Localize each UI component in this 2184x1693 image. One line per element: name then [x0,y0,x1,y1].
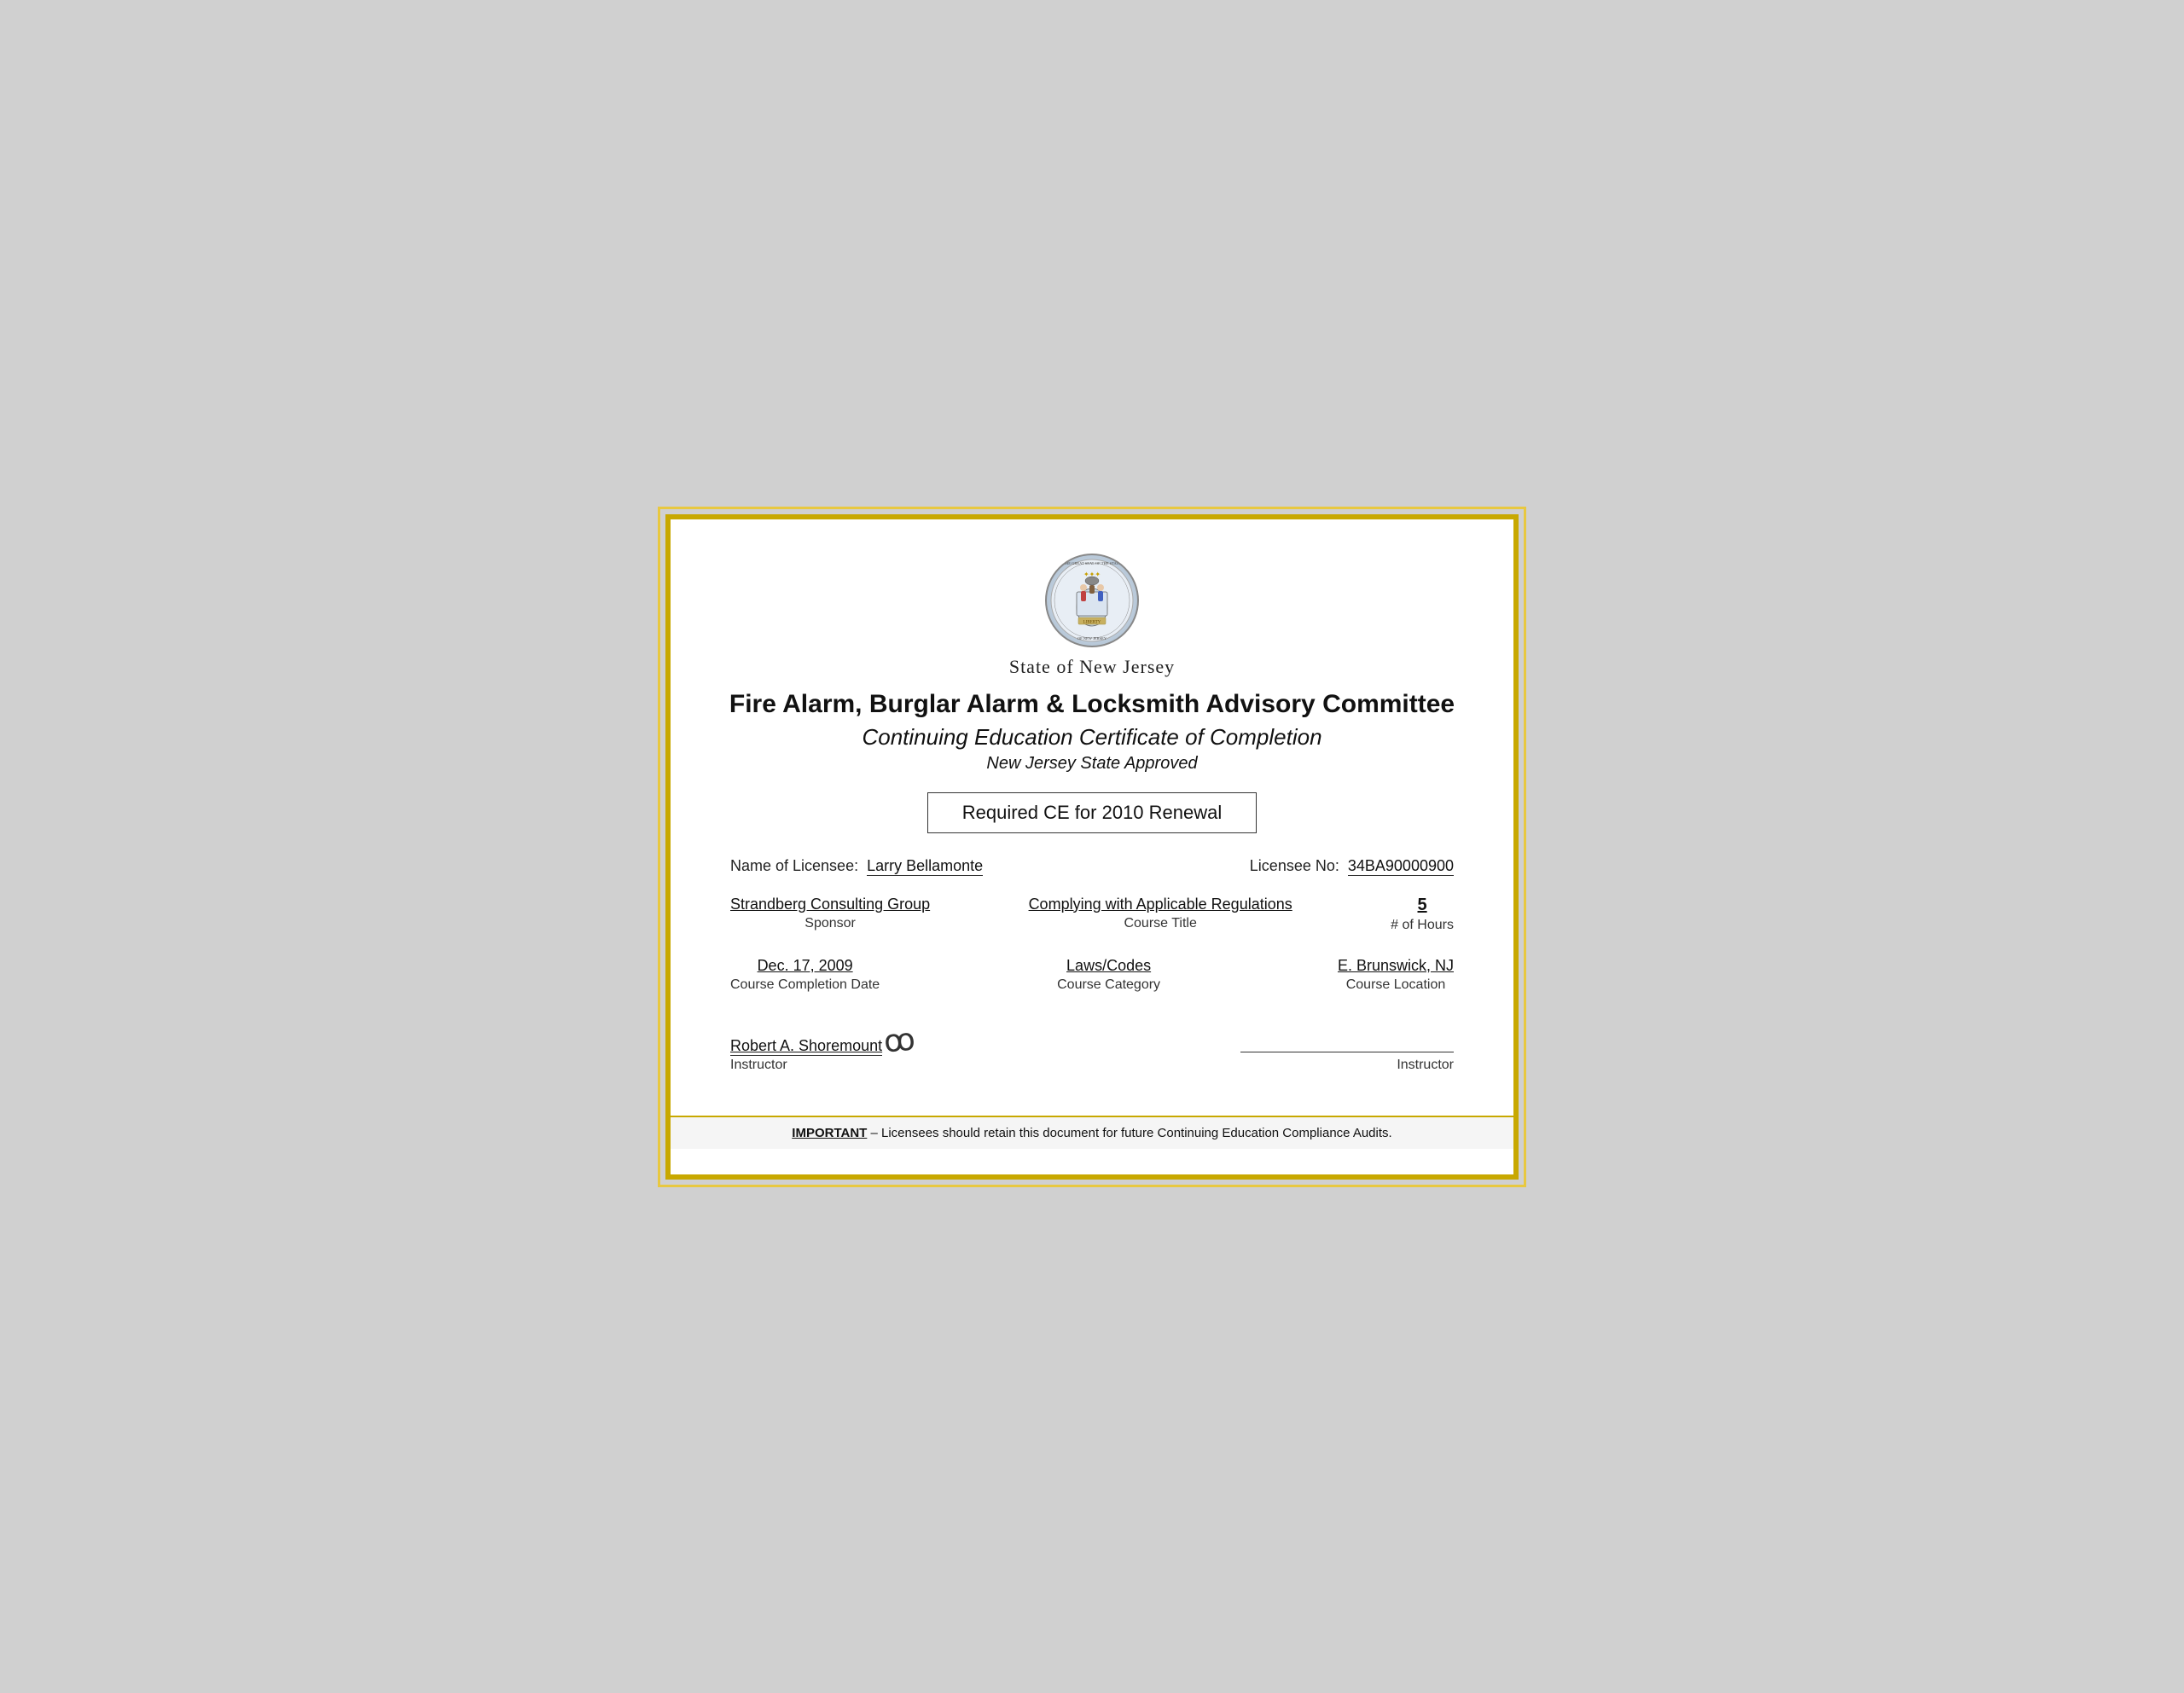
instructor2-sig: Instructor [1240,1052,1454,1073]
hours-label: # of Hours [1391,918,1454,933]
required-ce-box: Required CE for 2010 Renewal [927,792,1258,833]
hours-value: 5 [1418,896,1427,915]
date-category-row: Dec. 17, 2009 Course Completion Date Law… [722,957,1462,993]
licensee-no-value: 34BA90000900 [1348,857,1454,876]
category-label: Course Category [1057,977,1160,993]
instructor1-sig: Robert A. Shoremount ꝏ Instructor [730,1025,915,1073]
nj-state-seal: ✦✦✦ THE GREAT SEAL OF THE STATE OF NEW J… [1045,554,1139,647]
licensee-no-label: Licensee No: [1250,857,1339,874]
licensee-row: Name of Licensee: Larry Bellamonte Licen… [722,857,1462,875]
nj-approved: New Jersey State Approved [986,754,1197,774]
seal-container: ✦✦✦ THE GREAT SEAL OF THE STATE OF NEW J… [1045,554,1139,647]
sponsor-value: Strandberg Consulting Group [730,896,930,913]
instructor1-signature-scrawl: ꝏ [883,1023,917,1057]
signature-row: Robert A. Shoremount ꝏ Instructor Instru… [722,1025,1462,1073]
committee-title: Fire Alarm, Burglar Alarm & Locksmith Ad… [729,690,1455,719]
instructor2-label: Instructor [1397,1058,1454,1073]
hours-col: 5 # of Hours [1391,896,1454,933]
instructor1-name: Robert A. Shoremount [730,1037,882,1056]
location-label: Course Location [1346,977,1446,993]
licensee-name-value: Larry Bellamonte [867,857,983,876]
sponsor-col: Strandberg Consulting Group Sponsor [730,896,930,931]
licensee-label: Name of Licensee: [730,857,858,874]
sponsor-course-row: Strandberg Consulting Group Sponsor Comp… [722,896,1462,933]
important-bar: IMPORTANT – Licensees should retain this… [671,1116,1513,1149]
state-title: State of New Jersey [1009,656,1175,678]
important-text: – Licensees should retain this document … [867,1126,1391,1140]
svg-text:LIBERTY: LIBERTY [1083,620,1101,624]
category-col: Laws/Codes Course Category [1057,957,1160,993]
location-col: E. Brunswick, NJ Course Location [1338,957,1454,993]
date-value: Dec. 17, 2009 [758,957,853,975]
instructor1-name-area: Robert A. Shoremount ꝏ [730,1025,915,1056]
licensee-no-group: Licensee No: 34BA90000900 [1250,857,1454,875]
important-word: IMPORTANT [792,1126,867,1140]
svg-text:THE GREAT SEAL OF THE STATE: THE GREAT SEAL OF THE STATE [1063,561,1121,565]
sponsor-label: Sponsor [804,916,856,931]
date-label: Course Completion Date [730,977,880,993]
course-title-label: Course Title [1124,916,1196,931]
svg-text:OF NEW JERSEY: OF NEW JERSEY [1077,636,1107,641]
instructor1-label: Instructor [730,1058,787,1073]
course-title-col: Complying with Applicable Regulations Co… [1029,896,1292,931]
location-value: E. Brunswick, NJ [1338,957,1454,975]
licensee-name-group: Name of Licensee: Larry Bellamonte [730,857,983,875]
date-col: Dec. 17, 2009 Course Completion Date [730,957,880,993]
cert-subtitle: Continuing Education Certificate of Comp… [862,724,1321,751]
category-value: Laws/Codes [1066,957,1151,975]
course-title-value: Complying with Applicable Regulations [1029,896,1292,913]
certificate-page: ✦✦✦ THE GREAT SEAL OF THE STATE OF NEW J… [665,514,1519,1180]
